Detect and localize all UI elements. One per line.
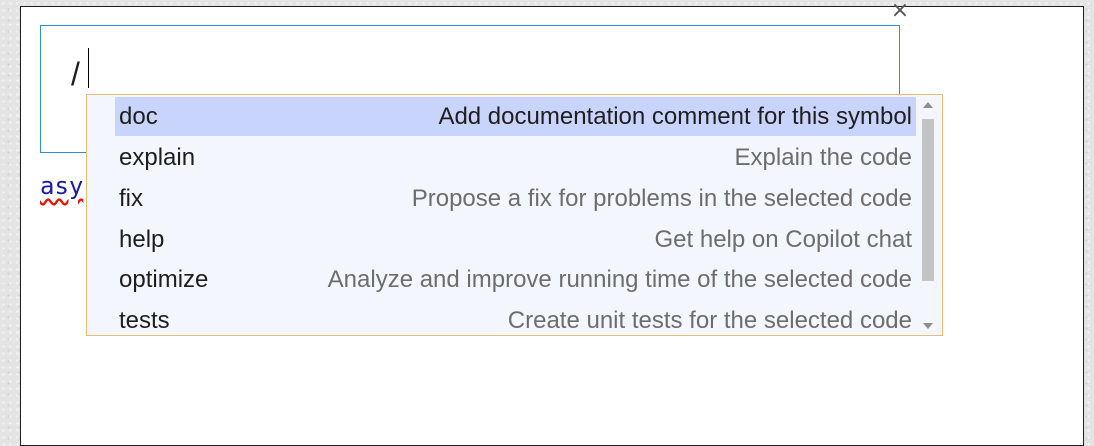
command-item-explain[interactable]: explain Explain the code	[115, 138, 916, 177]
command-name: explain	[119, 144, 196, 171]
command-description: Create unit tests for the selected code	[507, 307, 912, 334]
command-name: tests	[119, 307, 170, 334]
close-icon[interactable]: ×	[887, 0, 913, 22]
scrollbar-thumb[interactable]	[922, 119, 934, 281]
command-name: fix	[119, 185, 143, 212]
command-item-fix[interactable]: fix Propose a fix for problems in the se…	[115, 179, 916, 218]
command-description: Analyze and improve running time of the …	[327, 266, 912, 293]
popup-scrollbar[interactable]	[919, 97, 937, 333]
command-item-optimize[interactable]: optimize Analyze and improve running tim…	[115, 260, 916, 299]
command-name: optimize	[119, 266, 209, 293]
command-description: Add documentation comment for this symbo…	[438, 103, 912, 130]
scroll-up-arrow-icon[interactable]	[923, 102, 933, 108]
text-caret	[88, 48, 89, 88]
command-item-help[interactable]: help Get help on Copilot chat	[115, 220, 916, 259]
command-description: Explain the code	[734, 144, 912, 171]
command-description: Propose a fix for problems in the select…	[411, 185, 912, 212]
slash-command-popup: doc Add documentation comment for this s…	[86, 94, 943, 336]
code-fragment: asy	[40, 172, 84, 200]
command-item-tests[interactable]: tests Create unit tests for the selected…	[115, 301, 916, 340]
chat-input-text: /	[71, 56, 80, 92]
command-name: doc	[119, 103, 158, 130]
command-name: help	[119, 226, 165, 253]
scroll-down-arrow-icon[interactable]	[923, 323, 933, 329]
command-description: Get help on Copilot chat	[654, 226, 913, 253]
command-item-doc[interactable]: doc Add documentation comment for this s…	[115, 97, 916, 136]
